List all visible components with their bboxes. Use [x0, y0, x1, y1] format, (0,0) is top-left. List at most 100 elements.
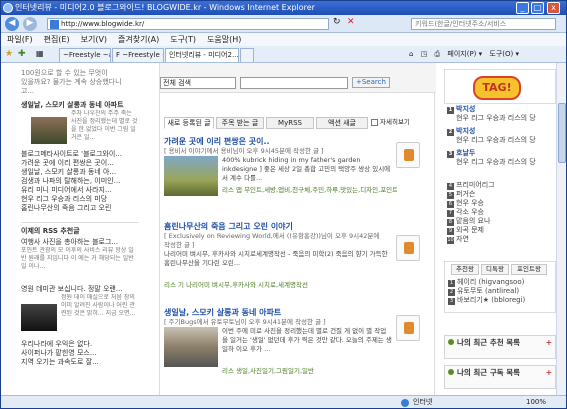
list-item[interactable]: 지역 오기는 과속도로 잘...	[21, 358, 139, 367]
refresh-icon[interactable]: ↻	[333, 17, 341, 27]
section-title: 나의 최근 추천 목록	[457, 338, 521, 347]
title-bar: 인터넷리뷰 - 미디어2.0 블로그와이드! BLOGWIDE.kr - Win…	[1, 1, 566, 15]
list-item[interactable]: 우리나라에 우익은 없다.	[21, 340, 139, 349]
rank-number: 2	[447, 129, 454, 136]
left-text: 고...	[21, 87, 35, 95]
search-scope-select[interactable]: 전체 검색	[160, 77, 236, 89]
menu-file[interactable]: 파일(F)	[7, 35, 33, 44]
ranked-tag[interactable]: 퍼거슨	[456, 190, 475, 198]
rss-section-title: 이제의 RSS 추천글	[21, 222, 139, 236]
add-favorites-icon[interactable]: ✚	[18, 49, 26, 59]
list-item[interactable]: 유리 미니 미디어에서 사라지...	[21, 186, 139, 195]
zoom-level[interactable]: 100%	[526, 396, 546, 408]
tab-freestyle-1[interactable]: ~Freestyle ~a	[59, 48, 111, 62]
hot-tag-desc[interactable]: 현우 리그 우승과 리스의 당	[456, 136, 536, 144]
vote-button[interactable]	[396, 315, 420, 341]
vertical-scrollbar[interactable]	[556, 63, 566, 395]
vote-button[interactable]	[396, 142, 420, 168]
back-icon[interactable]: ◀	[5, 17, 19, 31]
post-title[interactable]: 가려운 곳에 이리 편쌍은 곳이..	[164, 136, 432, 147]
ranked-tag[interactable]: 각소 우승	[456, 208, 484, 216]
post-title[interactable]: 생일날, 스모키 살롱과 동네 아파트	[164, 307, 432, 318]
hot-tag[interactable]: 호날두	[456, 149, 475, 157]
left-post-title[interactable]: 생일날, 스모키 살롱과 동네 아파트	[21, 101, 139, 110]
list-item[interactable]: 홈린나무산의 죽음 그리고 오린	[21, 204, 139, 213]
status-bar: 인터넷 100%	[1, 395, 566, 408]
list-item[interactable]: 가려운 곳에 이리 편쌍은 곳이...	[21, 159, 139, 168]
tab-top-digg[interactable]: 디톡왕	[481, 264, 509, 275]
search-input[interactable]: 키워드(한글/인터넷주소/서비스	[411, 18, 556, 30]
tab-hot-posts[interactable]: 주목 받는 글	[216, 117, 264, 129]
menu-favorites[interactable]: 즐겨찾기(A)	[118, 35, 159, 44]
maximize-button[interactable]: □	[531, 2, 544, 14]
list-item[interactable]: 생일날, 스모키 살롱과 동네 아...	[21, 168, 139, 177]
tab-top-points[interactable]: 포인트왕	[511, 264, 547, 275]
tab-freestyle-2[interactable]: F ~Freestyle ~a	[112, 48, 164, 62]
menu-help[interactable]: 도움말(H)	[207, 35, 241, 44]
rss-thumbnail[interactable]	[21, 304, 57, 331]
post-tags[interactable]: 리스 앱 무인트,세방,앱비,천구체,주민,하루,맛있는,디자인,포인트,방송,…	[222, 186, 397, 195]
home-icon[interactable]: ⌂	[409, 50, 413, 58]
new-tab-button[interactable]	[240, 48, 254, 62]
detail-checkbox[interactable]	[371, 119, 378, 126]
post-meta: [ 주기Bugs에서 유토무토님이 오후 9시41분에 작성한 글 ]	[164, 318, 326, 326]
tab-new-posts[interactable]: 새로 등록된 글	[164, 117, 214, 129]
rss-item[interactable]: 여행사 사진을 총아하는 블로그...	[21, 238, 139, 247]
post-title[interactable]: 홈린나무산의 죽음 그리고 오린 이야기	[164, 221, 432, 232]
ranked-tag[interactable]: 외곡 문제	[456, 226, 484, 234]
hot-tag[interactable]: 박지성	[456, 105, 475, 113]
ranked-tag[interactable]: 자연	[456, 235, 469, 243]
section-title: 나의 최근 구독 목록	[457, 368, 521, 377]
hot-tag[interactable]: 박지성	[456, 127, 475, 135]
top-user[interactable]: 유토무토 (antlireal)	[457, 287, 519, 295]
more-button[interactable]: +	[546, 336, 552, 349]
left-post-thumbnail[interactable]	[31, 117, 67, 144]
list-item[interactable]: 현우 리그 우승과 리스의 미당	[21, 195, 139, 204]
vote-button[interactable]	[396, 235, 420, 261]
url-input[interactable]: http://www.blogwide.kr/	[47, 18, 329, 30]
post-thumbnail[interactable]	[164, 156, 218, 196]
tab-top-recommend[interactable]: 추천왕	[451, 264, 479, 275]
rss-item[interactable]: 영원 데미관 보십니다. 정말 오랜...	[21, 285, 139, 294]
menu-tools[interactable]: 도구(T)	[170, 35, 196, 44]
print-icon[interactable]: ⎙	[435, 50, 441, 58]
post-item: 생일날, 스모키 살롱과 동네 아파트 [ 주기Bugs에서 유토무토님이 오후…	[164, 307, 432, 389]
more-button[interactable]: +	[546, 366, 552, 379]
minimize-button[interactable]: _	[516, 2, 529, 14]
tab-myrss[interactable]: MyRSS	[266, 117, 314, 129]
hot-tag-desc[interactable]: 현우 리그 우승과 리스의 당	[456, 114, 536, 122]
list-item[interactable]: 블로그메타사이트로 '블로그와이...	[21, 150, 139, 159]
tag-logo[interactable]: TAG!	[473, 76, 521, 100]
ranked-tag[interactable]: 현우 우승	[456, 199, 484, 207]
menu-view[interactable]: 보기(V)	[81, 35, 107, 44]
search-button[interactable]: +Search	[352, 77, 390, 88]
ranked-tag[interactable]: 프리미어리그	[456, 181, 495, 189]
hot-tag-desc[interactable]: 현우 리그 우승과 리스의 당	[456, 158, 536, 166]
tab-action-posts[interactable]: 액션 새글	[316, 117, 368, 129]
ranked-tag[interactable]: 맡음의 요나	[456, 217, 490, 225]
post-tags[interactable]: 리스 생일,사진일기,그림일기,일반	[222, 367, 397, 376]
post-excerpt: 400% kubrick hiding in my father's garde…	[222, 156, 391, 182]
scrollbar-thumb[interactable]	[558, 103, 566, 163]
post-item: 가려운 곳에 이리 편쌍은 곳이.. [ 용비서 이야기에서 용비님이 오후 9…	[164, 136, 432, 212]
tab-current[interactable]: 인터넷리뷰 - 미디어2...	[165, 48, 239, 62]
feeds-icon[interactable]: ◳	[421, 50, 428, 58]
list-item[interactable]: 사이퍼나가 팥힌영 모스...	[21, 349, 139, 358]
post-thumbnail[interactable]	[164, 327, 218, 367]
site-search-input[interactable]	[240, 77, 348, 89]
tab-bar: ★ ✚ ▦ ~Freestyle ~a F ~Freestyle ~a 인터넷리…	[1, 46, 566, 63]
forward-icon[interactable]: ▶	[23, 17, 37, 31]
post-item: 홈린나무산의 죽음 그리고 오린 이야기 [ Exclusively on Re…	[164, 221, 432, 297]
close-button[interactable]: x	[547, 2, 560, 14]
favorites-star-icon[interactable]: ★	[5, 49, 13, 59]
top-user[interactable]: 바보리기★ (bbloregi)	[457, 296, 525, 304]
page-menu[interactable]: 페이지(P) ▾	[447, 50, 482, 58]
tools-menu[interactable]: 도구(O) ▾	[489, 50, 519, 58]
ie-logo-icon	[3, 3, 13, 13]
stop-icon[interactable]: ✕	[347, 17, 355, 27]
tab-list-icon[interactable]: ▦	[36, 49, 44, 58]
menu-edit[interactable]: 편집(E)	[44, 35, 70, 44]
list-item[interactable]: 검생과 나파의 탈해하는, 이미인...	[21, 177, 139, 186]
top-user[interactable]: 헤이리 (higvangsoo)	[457, 278, 524, 286]
post-tags[interactable]: 리스 기 나리어미 벼시무,후카사와 시치로,세계명작선	[164, 281, 392, 290]
